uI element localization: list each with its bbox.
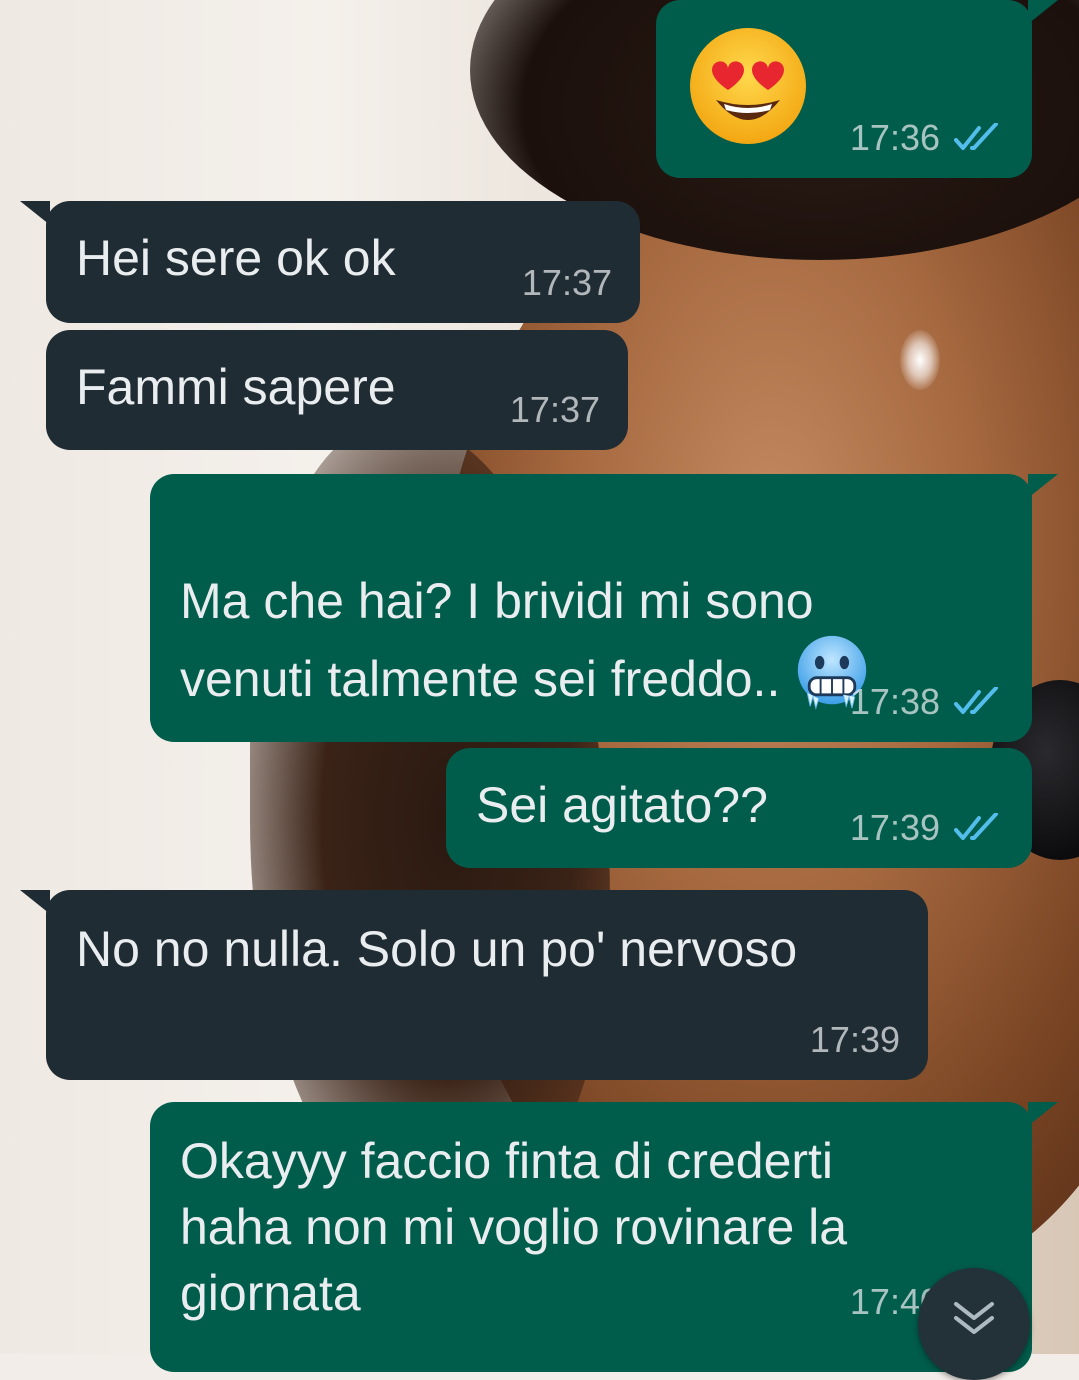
message-text: Fammi sapere (76, 359, 396, 415)
message-meta: 17:37 (510, 390, 600, 430)
message-time: 17:37 (521, 262, 612, 303)
read-ticks-icon (954, 123, 998, 150)
message-time: 17:37 (509, 389, 600, 430)
message-text: Hei sere ok ok (76, 230, 396, 286)
read-ticks-icon (954, 813, 998, 840)
message-incoming[interactable]: No no nulla. Solo un po' nervoso 17:39 (20, 890, 928, 1080)
message-outgoing[interactable]: Ma che hai? I brividi mi sono venuti tal… (150, 474, 1058, 742)
chevron-double-down-icon (954, 1302, 994, 1334)
message-text: Okayyy faccio finta di crederti haha non… (180, 1133, 848, 1321)
message-meta: 17:38 (850, 682, 1004, 722)
read-ticks-icon (954, 687, 998, 714)
message-meta: 17:39 (810, 1020, 900, 1060)
heart-eyes-emoji-icon (690, 28, 806, 144)
message-time: 17:39 (849, 807, 940, 848)
message-time: 17:36 (849, 117, 940, 158)
message-meta: 17:36 (850, 118, 1004, 158)
scroll-to-bottom-button[interactable] (918, 1268, 1030, 1380)
message-outgoing[interactable]: 17:36 (656, 0, 1058, 178)
message-time: 17:38 (849, 681, 940, 722)
message-time: 17:39 (809, 1019, 900, 1060)
message-outgoing[interactable]: Okayyy faccio finta di crederti haha non… (150, 1102, 1058, 1372)
message-text: Sei agitato?? (476, 777, 768, 833)
message-text: No no nulla. Solo un po' nervoso (76, 921, 798, 977)
message-text: Ma che hai? I brividi mi sono venuti tal… (180, 573, 814, 707)
message-incoming[interactable]: Fammi sapere 17:37 (46, 330, 628, 450)
message-meta: 17:39 (850, 808, 1004, 848)
message-outgoing[interactable]: Sei agitato?? 17:39 (446, 748, 1032, 868)
message-meta: 17:37 (522, 263, 612, 303)
message-incoming[interactable]: Hei sere ok ok 17:37 (20, 201, 640, 323)
